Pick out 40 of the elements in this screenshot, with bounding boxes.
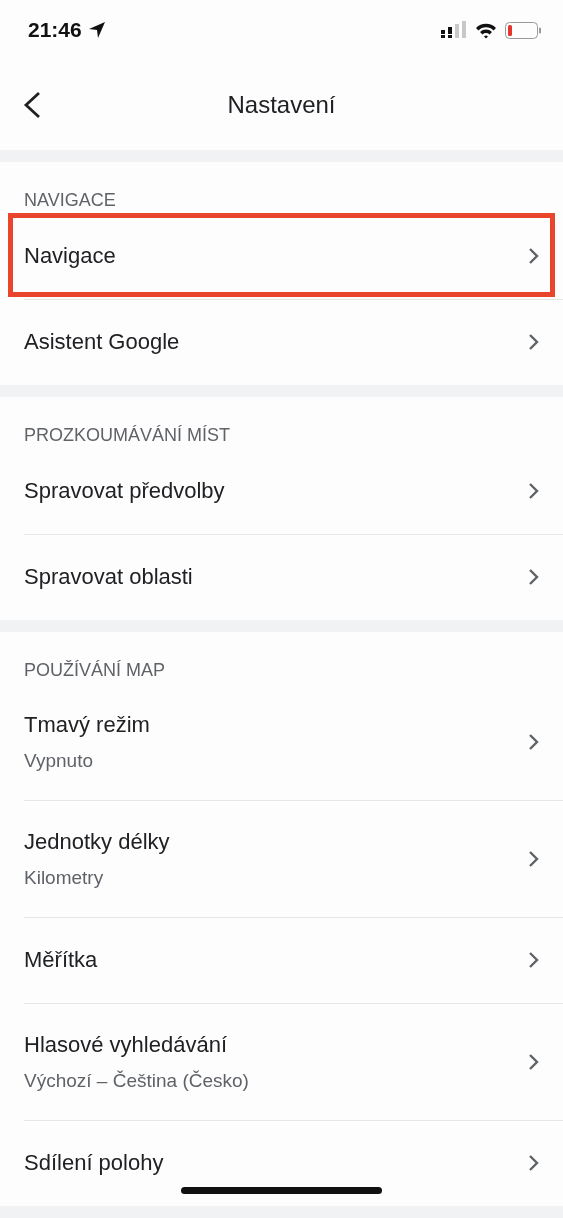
chevron-right-icon xyxy=(528,732,539,751)
settings-item[interactable]: Jednotky délky Kilometry xyxy=(0,800,563,917)
item-label: Spravovat předvolby xyxy=(24,478,226,504)
chevron-right-icon xyxy=(528,1052,539,1071)
wifi-icon xyxy=(475,21,497,39)
item-value: Výchozí – Čeština (Česko) xyxy=(24,1069,250,1092)
settings-item[interactable]: Hlasové vyhledávání Výchozí – Čeština (Česko) xyxy=(0,1003,563,1120)
page-title: Nastavení xyxy=(227,91,336,119)
back-icon[interactable] xyxy=(22,91,42,119)
settings-item[interactable]: Spravovat oblasti xyxy=(0,534,563,620)
item-value: Vypnuto xyxy=(24,749,94,772)
settings-item[interactable]: Navigace xyxy=(0,213,563,299)
item-label: Asistent Google xyxy=(24,329,181,355)
chevron-right-icon xyxy=(528,568,539,586)
section-header: PROZKOUMÁVÁNÍ MÍST xyxy=(23,424,231,447)
item-label: Jednotky délky xyxy=(24,828,171,855)
settings-item[interactable]: Měřítka xyxy=(0,917,563,1003)
battery-icon xyxy=(505,21,541,39)
chevron-right-icon xyxy=(528,1154,539,1172)
chevron-right-icon xyxy=(528,849,539,868)
chevron-right-icon xyxy=(528,951,539,969)
chevron-right-icon xyxy=(528,333,539,351)
location-arrow-icon xyxy=(87,21,106,39)
item-label: Hlasové vyhledávání xyxy=(24,1031,228,1058)
settings-item[interactable]: Sdílení polohy xyxy=(0,1120,563,1206)
item-label: Spravovat oblasti xyxy=(24,564,194,590)
settings-item[interactable]: Tmavý režim Vypnuto xyxy=(0,683,563,800)
item-label: Navigace xyxy=(24,243,117,269)
section-header: POUŽÍVÁNÍ MAP xyxy=(23,659,167,682)
item-label: Měřítka xyxy=(24,947,99,973)
section-header: NAVIGACE xyxy=(23,189,117,212)
settings-item[interactable]: Spravovat předvolby xyxy=(0,448,563,534)
item-label: Sdílení polohy xyxy=(24,1150,165,1176)
chevron-right-icon xyxy=(528,482,539,500)
settings-item[interactable]: Asistent Google xyxy=(0,299,563,385)
item-value: Kilometry xyxy=(24,866,105,889)
chevron-right-icon xyxy=(528,247,539,265)
signal-icon xyxy=(441,21,467,39)
item-label: Tmavý režim xyxy=(24,711,151,738)
status-time: 21:46 xyxy=(28,18,82,42)
